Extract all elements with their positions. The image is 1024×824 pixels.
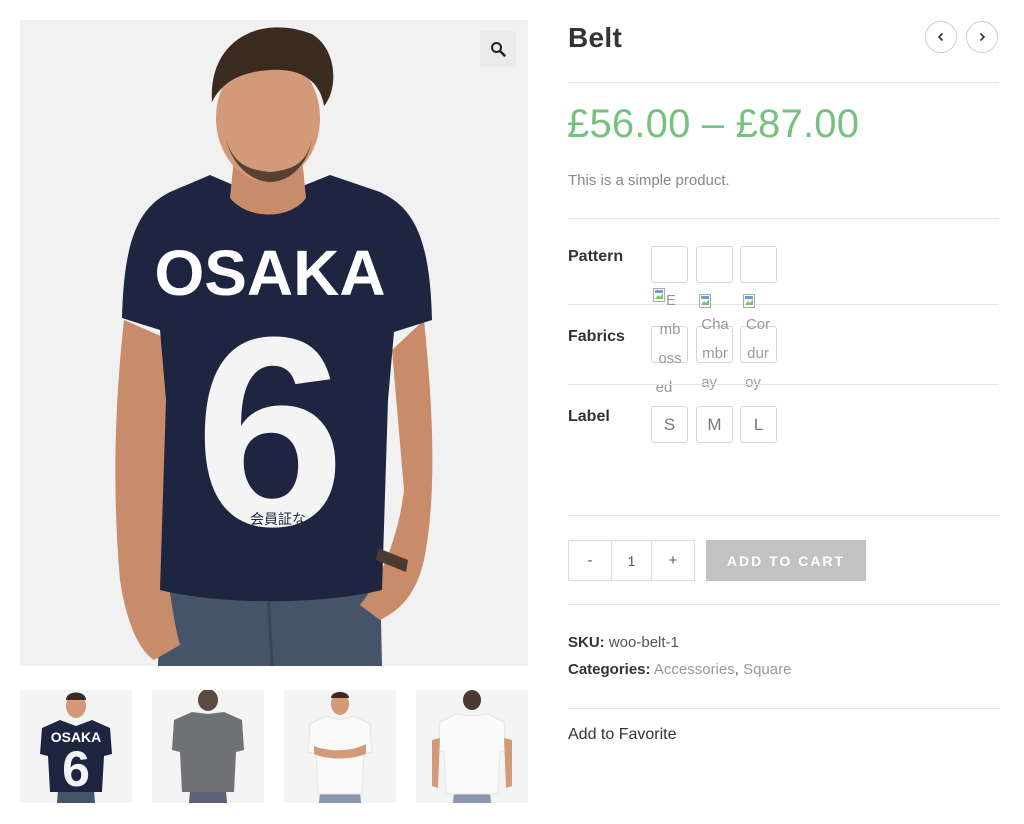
chevron-left-icon <box>937 32 944 42</box>
divider <box>568 218 999 219</box>
attribute-label-fabrics: Fabrics <box>568 328 625 345</box>
swatch-fabric-2[interactable] <box>696 326 733 363</box>
quantity-minus-button[interactable]: - <box>569 541 611 580</box>
category-link-accessories[interactable]: Accessories <box>654 661 735 678</box>
product-price: £56.00 – £87.00 <box>567 102 860 146</box>
swatch-alt-text: ed <box>655 379 673 396</box>
thumb-shirt-number: 6 <box>62 741 90 797</box>
sku-value: woo-belt-1 <box>608 634 679 651</box>
product-short-description: This is a simple product. <box>568 172 730 189</box>
broken-image-icon <box>653 288 665 302</box>
size-option-m[interactable]: M <box>696 406 733 443</box>
zoom-button[interactable] <box>480 31 516 67</box>
categories-label: Categories: <box>568 661 651 678</box>
size-option-s[interactable]: S <box>651 406 688 443</box>
swatch-alt-text: oy <box>745 374 761 391</box>
shirt-print-small-text: 会員証な <box>250 512 306 528</box>
search-icon <box>491 42 506 57</box>
broken-image-icon <box>699 294 711 308</box>
add-to-favorite-link[interactable]: Add to Favorite <box>568 726 677 744</box>
divider <box>568 515 999 516</box>
product-categories: Categories: Accessories, Square <box>568 661 791 678</box>
size-option-l[interactable]: L <box>740 406 777 443</box>
swatch-fabric-3[interactable] <box>740 326 777 363</box>
divider <box>568 384 999 385</box>
swatch-chambray[interactable] <box>696 246 733 283</box>
thumbnail-strip: OSAKA 6 <box>20 690 528 803</box>
quantity-stepper: - 1 + <box>568 540 695 581</box>
swatch-fabric-1[interactable] <box>651 326 688 363</box>
chevron-right-icon <box>979 32 986 42</box>
product-title: Belt <box>568 22 623 53</box>
quantity-plus-button[interactable]: + <box>652 541 694 580</box>
divider <box>568 604 999 605</box>
thumbnail-white-front-arms-crossed[interactable] <box>284 690 396 803</box>
swatch-embossed[interactable] <box>651 246 688 283</box>
broken-image-icon <box>743 294 755 308</box>
swatch-corduroy[interactable] <box>740 246 777 283</box>
swatch-alt-text: E <box>666 292 677 309</box>
swatch-alt-text: ay <box>701 374 717 391</box>
quantity-input[interactable]: 1 <box>611 541 652 580</box>
divider <box>568 82 999 83</box>
attribute-label-label: Label <box>568 408 610 425</box>
category-link-square[interactable]: Square <box>743 661 791 678</box>
category-separator: , <box>734 661 739 678</box>
previous-product-button[interactable] <box>925 21 957 53</box>
attribute-label-pattern: Pattern <box>568 248 624 265</box>
thumbnail-grey-back[interactable] <box>152 690 264 803</box>
add-to-cart-button[interactable]: ADD TO CART <box>706 540 866 581</box>
product-main-image[interactable]: OSAKA 6 会員証な <box>20 20 528 666</box>
product-sku: SKU: woo-belt-1 <box>568 634 679 651</box>
next-product-button[interactable] <box>966 21 998 53</box>
sku-label: SKU: <box>568 634 605 651</box>
shirt-print-number: 6 <box>195 282 345 583</box>
divider <box>568 304 999 305</box>
divider <box>568 708 999 709</box>
thumbnail-navy-osaka-front[interactable]: OSAKA 6 <box>20 690 132 803</box>
thumbnail-white-back[interactable] <box>416 690 528 803</box>
